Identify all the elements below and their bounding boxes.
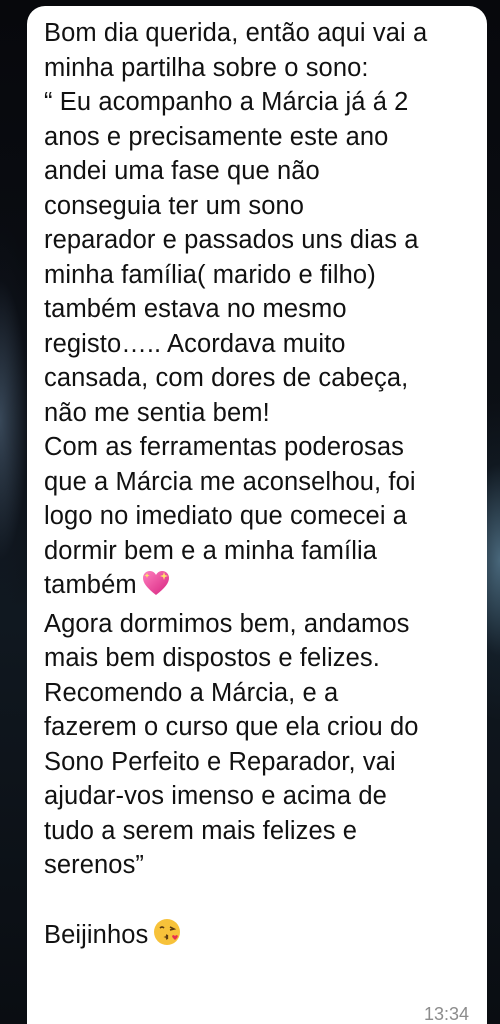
message-bubble[interactable]: Bom dia querida, então aqui vai a minha …: [27, 6, 487, 1024]
message-body-part-2: Agora dormimos bem, andamos mais bem dis…: [44, 609, 419, 880]
message-timestamp: 13:34: [423, 1004, 469, 1024]
message-text: Bom dia querida, então aqui vai a minha …: [44, 16, 469, 957]
closing-text: Beijinhos: [44, 921, 149, 949]
sparkling-heart-icon: [141, 569, 171, 607]
chat-screen: Bom dia querida, então aqui vai a minha …: [0, 0, 500, 1024]
kissing-face-icon: [152, 917, 182, 957]
message-body-part-1: Bom dia querida, então aqui vai a minha …: [44, 19, 428, 599]
